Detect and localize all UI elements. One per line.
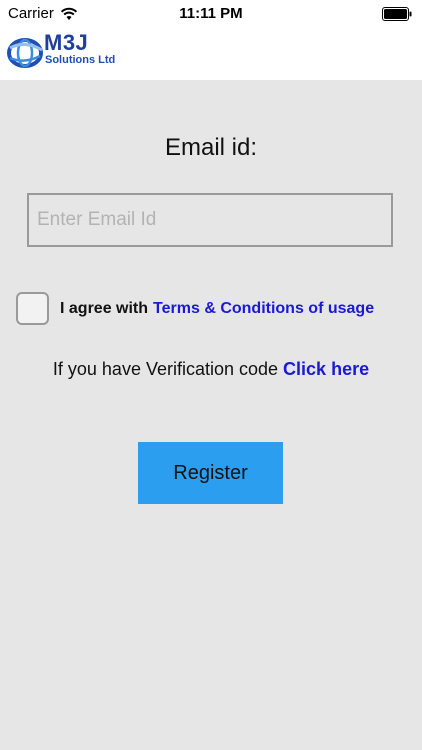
registration-form: Email id: I agree with Terms & Condition… — [0, 80, 422, 750]
verify-text: If you have Verification code — [52, 359, 279, 379]
globe-logo-icon — [7, 38, 43, 68]
terms-agreement-row: I agree with Terms & Conditions of usage — [16, 292, 374, 325]
email-input[interactable] — [27, 193, 393, 247]
agree-text: I agree with — [60, 299, 149, 317]
verification-row: If you have Verification code Click here — [0, 359, 422, 380]
app-header: M3J Solutions Ltd — [0, 28, 422, 80]
status-time: 11:11 PM — [179, 5, 243, 22]
logo-title: M3J — [44, 30, 89, 55]
click-here-link[interactable]: Click here — [283, 359, 369, 379]
terms-conditions-link[interactable]: Terms & Conditions of usage — [153, 300, 374, 318]
terms-checkbox[interactable] — [16, 292, 49, 325]
email-label: Email id: — [164, 134, 258, 161]
logo-subtitle: Solutions Ltd — [45, 54, 116, 66]
company-logo: M3J Solutions Ltd — [6, 30, 136, 72]
register-button[interactable]: Register — [138, 442, 283, 504]
status-bar: Carrier 11:11 PM — [0, 0, 422, 28]
battery-icon — [382, 7, 412, 21]
